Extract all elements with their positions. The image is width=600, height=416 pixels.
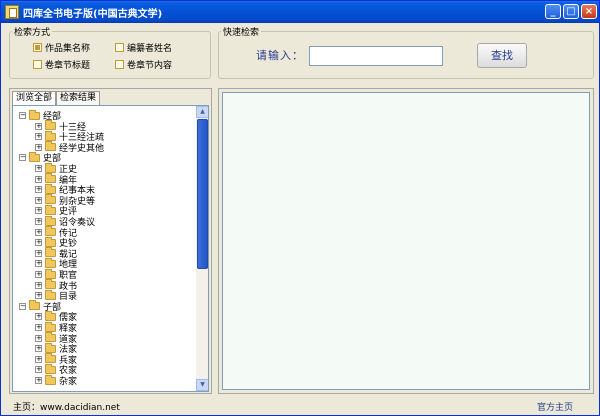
- option-work-title-checkbox[interactable]: [33, 43, 42, 52]
- expand-toggle-icon[interactable]: +: [35, 239, 42, 247]
- folder-icon: [45, 268, 56, 279]
- scroll-down-arrow[interactable]: ▼: [196, 379, 208, 391]
- expand-toggle-icon[interactable]: +: [35, 377, 42, 384]
- option-chapter-title-checkbox[interactable]: [33, 60, 42, 69]
- expand-toggle-icon[interactable]: +: [35, 207, 42, 215]
- homepage-url[interactable]: www.dacidian.net: [40, 403, 120, 413]
- tree-subcategory[interactable]: + 杂家: [35, 374, 78, 387]
- expand-toggle-icon[interactable]: +: [35, 175, 42, 183]
- tab-browse-all[interactable]: 浏览全部: [12, 91, 57, 105]
- option-compiler-name[interactable]: 编纂者姓名: [115, 41, 172, 54]
- expand-toggle-icon[interactable]: +: [35, 292, 42, 300]
- folder-icon: [45, 236, 56, 247]
- tree-category[interactable]: − 史部: [19, 151, 61, 164]
- expand-toggle-icon[interactable]: +: [35, 249, 42, 257]
- folder-icon: [29, 300, 40, 311]
- option-chapter-title[interactable]: 卷章节标题: [33, 58, 90, 71]
- category-tree-box: − 经部 + 十三经 + 十三经注疏 + 经学史其他 − 史部 + 正史 + 编年 + 纪事本末 + 别杂史等 + 史…: [12, 105, 209, 392]
- expand-toggle-icon[interactable]: +: [35, 355, 42, 363]
- expand-toggle-icon[interactable]: +: [35, 218, 42, 225]
- option-chapter-title-label: 卷章节标题: [45, 61, 91, 71]
- folder-icon: [45, 247, 56, 258]
- folder-icon: [45, 321, 56, 332]
- folder-icon: [45, 226, 56, 237]
- folder-icon: [45, 353, 56, 364]
- collapse-toggle-icon[interactable]: −: [19, 302, 26, 310]
- expand-toggle-icon[interactable]: +: [35, 228, 42, 236]
- folder-icon: [29, 109, 40, 120]
- folder-icon: [29, 151, 40, 162]
- window-title: 四库全书电子版(中国古典文学): [23, 9, 163, 20]
- scroll-thumb[interactable]: [197, 119, 208, 269]
- option-chapter-content-checkbox[interactable]: [115, 60, 124, 69]
- folder-icon: [45, 130, 56, 141]
- title-bar[interactable]: 四库全书电子版(中国古典文学) _ □ ×: [1, 1, 599, 23]
- tree-node-label: 目录: [59, 292, 78, 303]
- minimize-button[interactable]: _: [545, 4, 561, 19]
- expand-toggle-icon[interactable]: +: [35, 345, 42, 353]
- category-tree: − 经部 + 十三经 + 十三经注疏 + 经学史其他 − 史部 + 正史 + 编年 + 纪事本末 + 别杂史等 + 史…: [13, 106, 196, 391]
- expand-toggle-icon[interactable]: +: [35, 186, 42, 194]
- folder-icon: [45, 194, 56, 205]
- expand-toggle-icon[interactable]: +: [35, 271, 42, 278]
- option-work-title[interactable]: 作品集名称: [33, 41, 90, 54]
- official-homepage-link[interactable]: 官方主页: [537, 400, 573, 413]
- option-work-title-label: 作品集名称: [45, 44, 91, 54]
- expand-toggle-icon[interactable]: +: [35, 133, 42, 141]
- content-panel: [218, 88, 594, 394]
- folder-icon: [45, 204, 56, 215]
- folder-icon: [45, 162, 56, 173]
- expand-toggle-icon[interactable]: +: [35, 260, 42, 268]
- expand-toggle-icon[interactable]: +: [35, 281, 42, 289]
- collapse-toggle-icon[interactable]: −: [19, 154, 26, 162]
- search-method-legend: 检索方式: [14, 28, 51, 38]
- maximize-button[interactable]: □: [563, 4, 579, 19]
- expand-toggle-icon[interactable]: +: [35, 196, 42, 204]
- tree-node-label: 经学史其他: [59, 143, 105, 154]
- close-button[interactable]: ×: [581, 4, 597, 19]
- find-button[interactable]: 查找: [477, 43, 527, 68]
- expand-toggle-icon[interactable]: +: [35, 165, 42, 172]
- folder-icon: [45, 120, 56, 131]
- expand-toggle-icon[interactable]: +: [35, 366, 42, 374]
- app-icon: [5, 5, 19, 19]
- content-display-area[interactable]: [222, 92, 590, 390]
- expand-toggle-icon[interactable]: +: [35, 334, 42, 342]
- folder-icon: [45, 363, 56, 374]
- folder-icon: [45, 332, 56, 343]
- tab-search-results[interactable]: 检索结果: [56, 91, 101, 105]
- expand-toggle-icon[interactable]: +: [35, 324, 42, 331]
- scroll-up-arrow[interactable]: ▲: [196, 106, 208, 118]
- expand-toggle-icon[interactable]: +: [35, 313, 42, 321]
- option-compiler-name-checkbox[interactable]: [115, 43, 124, 52]
- homepage-label: 主页：: [13, 403, 41, 413]
- expand-toggle-icon[interactable]: +: [35, 143, 42, 151]
- tree-node-label: 杂家: [59, 377, 78, 387]
- folder-icon: [45, 342, 56, 353]
- folder-icon: [45, 374, 56, 385]
- folder-icon: [45, 310, 56, 321]
- quick-search-legend: 快速检索: [223, 28, 260, 38]
- folder-icon: [45, 257, 56, 268]
- search-prompt-label: 请输入：: [256, 49, 304, 62]
- folder-icon: [45, 279, 56, 290]
- browse-panel: 浏览全部 检索结果 − 经部 + 十三经 + 十三经注疏 + 经学史其他 − 史部 + 正史 + 编年 + 纪…: [9, 88, 212, 394]
- expand-toggle-icon[interactable]: +: [35, 122, 42, 130]
- tree-scrollbar[interactable]: ▲ ▼: [196, 106, 208, 391]
- tree-category[interactable]: − 子部: [19, 300, 61, 313]
- search-input[interactable]: [309, 46, 443, 66]
- option-chapter-content-label: 卷章节内容: [127, 61, 173, 71]
- option-compiler-name-label: 编纂者姓名: [127, 44, 173, 54]
- option-chapter-content[interactable]: 卷章节内容: [115, 58, 172, 71]
- folder-icon: [45, 183, 56, 194]
- folder-icon: [45, 141, 56, 152]
- main-window: 四库全书电子版(中国古典文学) _ □ × 检索方式 作品集名称 编纂者姓名 卷…: [0, 0, 600, 416]
- panel-tabs: 浏览全部 检索结果: [12, 91, 101, 105]
- folder-icon: [45, 173, 56, 184]
- homepage-info: 主页：www.dacidian.net: [13, 400, 120, 413]
- collapse-toggle-icon[interactable]: −: [19, 112, 26, 119]
- folder-icon: [45, 289, 56, 300]
- tree-category[interactable]: − 经部: [19, 109, 61, 122]
- folder-icon: [45, 215, 56, 226]
